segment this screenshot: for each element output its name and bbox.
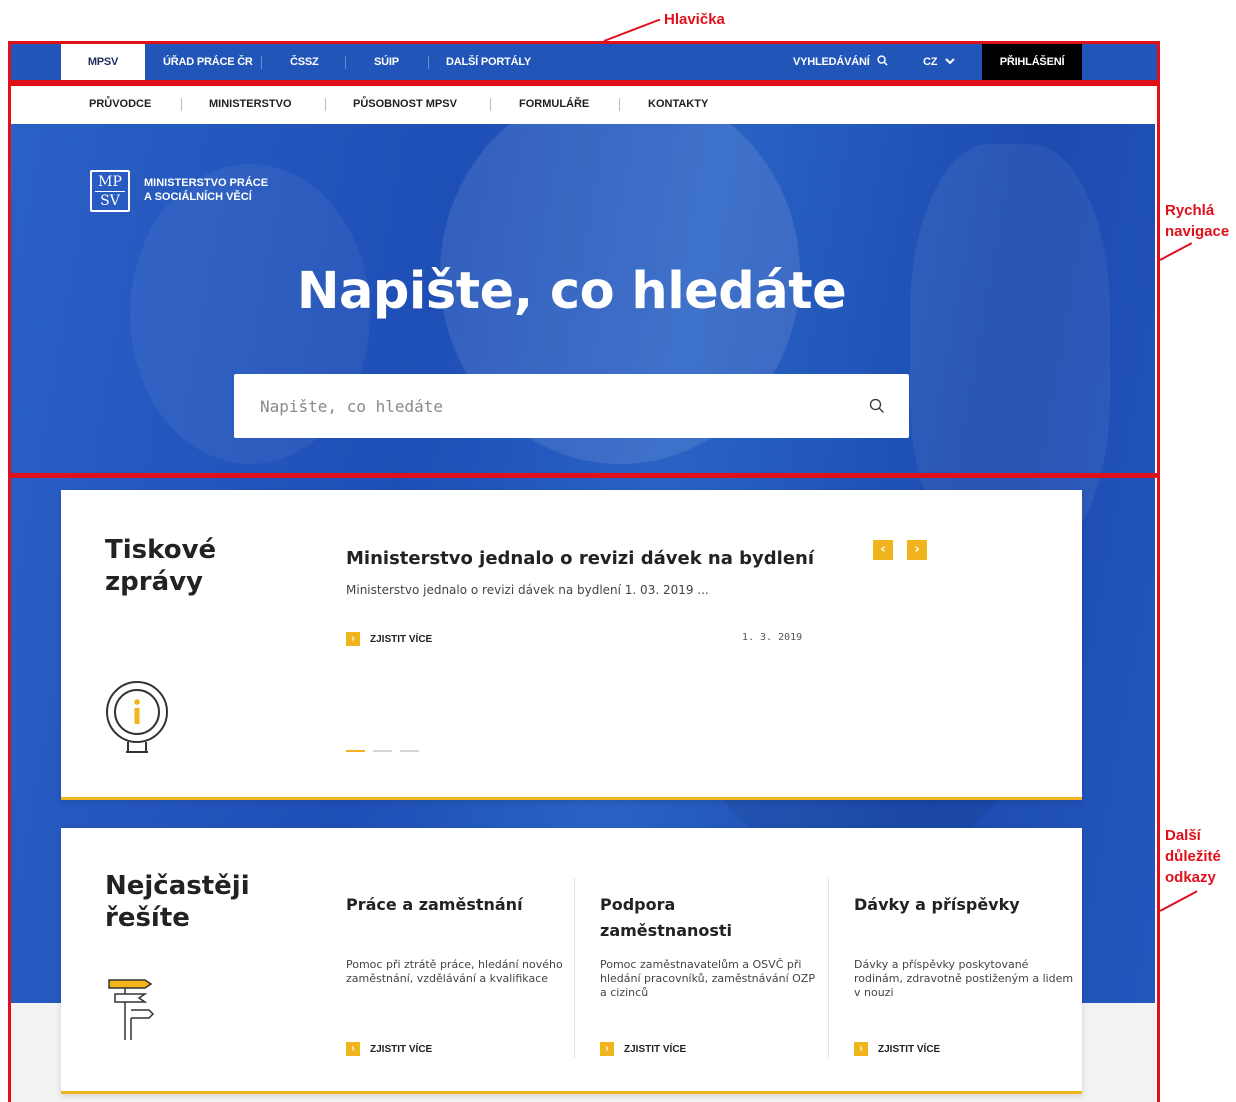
ministry-name-line1: MINISTERSTVO PRÁCE bbox=[144, 177, 269, 189]
annotation-header-label: Hlavička bbox=[664, 11, 725, 28]
search-icon bbox=[876, 55, 888, 66]
portal-bar: MPSV ÚŘAD PRÁCE ČR ČSSZ SÚIP DALŠÍ PORTÁ… bbox=[10, 43, 1158, 81]
portal-tab-cssz[interactable]: ČSSZ bbox=[290, 43, 319, 81]
topic-column-podpora: Podpora zaměstnanosti Pomoc zaměstnavate… bbox=[600, 878, 828, 1056]
nav-item-formulare[interactable]: FORMULÁŘE bbox=[519, 84, 589, 124]
hero-title: Napište, co hledáte bbox=[296, 262, 847, 321]
carousel-dot[interactable] bbox=[373, 750, 392, 752]
topic-more-link[interactable]: › ZJISTIT VÍCE bbox=[600, 1042, 686, 1056]
news-more-label: ZJISTIT VÍCE bbox=[370, 633, 433, 645]
annotation-quick-nav-line2: navigace bbox=[1165, 223, 1230, 240]
annotation-links-line1: Další bbox=[1165, 827, 1201, 844]
annotation-quick-nav-pointer bbox=[1159, 242, 1193, 261]
search-link-label: VYHLEDÁVÁNÍ bbox=[793, 56, 870, 68]
chevron-right-icon: › bbox=[346, 1042, 360, 1056]
annotation-header-pointer bbox=[603, 18, 661, 42]
press-releases-title-line2: zprávy bbox=[105, 567, 204, 597]
frequent-topics-card: Nejčastěji řešíte Práce a zaměstnání Pom… bbox=[61, 828, 1082, 1094]
language-value: CZ bbox=[923, 56, 938, 68]
portal-tab-mpsv[interactable]: MPSV bbox=[61, 43, 145, 81]
topic-title[interactable]: Dávky a příspěvky bbox=[854, 892, 1082, 918]
login-button[interactable]: PŘIHLÁŠENÍ bbox=[982, 43, 1082, 81]
carousel-dot[interactable] bbox=[400, 750, 419, 752]
topic-more-label: ZJISTIT VÍCE bbox=[370, 1043, 433, 1055]
annotation-quick-nav-label: Rychlá navigace bbox=[1165, 200, 1229, 242]
topic-more-link[interactable]: › ZJISTIT VÍCE bbox=[854, 1042, 940, 1056]
chevron-right-icon: › bbox=[854, 1042, 868, 1056]
news-more-link[interactable]: › ZJISTIT VÍCE bbox=[346, 632, 432, 646]
topic-description: Dávky a příspěvky poskytované rodinám, z… bbox=[854, 958, 1074, 999]
carousel-dot[interactable] bbox=[346, 750, 365, 752]
annotation-links-line2: důležité bbox=[1165, 848, 1221, 865]
signpost-icon bbox=[108, 979, 155, 1040]
press-releases-title: Tiskové zprávy bbox=[105, 534, 216, 598]
nav-divider bbox=[490, 98, 491, 111]
chevron-down-icon bbox=[945, 58, 955, 65]
topic-more-link[interactable]: › ZJISTIT VÍCE bbox=[346, 1042, 432, 1056]
topic-column-davky: Dávky a příspěvky Dávky a příspěvky posk… bbox=[854, 878, 1082, 1056]
frequent-topics-title-line1: Nejčastěji bbox=[105, 871, 250, 901]
column-divider bbox=[574, 878, 575, 1058]
press-releases-title-line1: Tiskové bbox=[105, 535, 217, 565]
news-date: 1. 3. 2019 bbox=[742, 632, 803, 643]
topic-title[interactable]: Práce a zaměstnání bbox=[346, 892, 574, 918]
language-select[interactable]: CZ bbox=[923, 43, 955, 81]
annotation-quick-nav-line1: Rychlá bbox=[1165, 202, 1215, 219]
chevron-right-icon: › bbox=[600, 1042, 614, 1056]
portal-divider bbox=[261, 56, 262, 69]
info-icon bbox=[106, 681, 168, 753]
news-excerpt: Ministerstvo jednalo o revizi dávek na b… bbox=[346, 583, 709, 597]
mpsv-logo[interactable]: MP SV bbox=[90, 170, 130, 212]
carousel-indicators bbox=[346, 750, 419, 752]
search-link[interactable]: VYHLEDÁVÁNÍ bbox=[793, 43, 888, 81]
portal-divider bbox=[428, 56, 429, 69]
annotation-links-pointer bbox=[1159, 890, 1198, 912]
portal-tab-suip[interactable]: SÚIP bbox=[374, 43, 399, 81]
carousel-next-button[interactable]: › bbox=[907, 540, 927, 560]
topic-more-label: ZJISTIT VÍCE bbox=[878, 1043, 941, 1055]
hero-search-box bbox=[234, 374, 909, 438]
portal-tab-dalsi-portaly[interactable]: DALŠÍ PORTÁLY bbox=[446, 43, 531, 81]
press-releases-card: Tiskové zprávy Ministerstvo jednalo o re… bbox=[61, 490, 1082, 800]
topic-description: Pomoc při ztrátě práce, hledání nového z… bbox=[346, 958, 563, 985]
topic-column-prace: Práce a zaměstnání Pomoc při ztrátě prác… bbox=[346, 878, 574, 1056]
annotation-links-label: Další důležité odkazy bbox=[1165, 825, 1221, 888]
chevron-right-icon: › bbox=[346, 632, 360, 646]
ministry-name-line2: A SOCIÁLNÍCH VĚCÍ bbox=[144, 191, 252, 203]
nav-divider bbox=[181, 98, 182, 111]
frequent-topics-title: Nejčastěji řešíte bbox=[105, 870, 250, 934]
news-headline[interactable]: Ministerstvo jednalo o revizi dávek na b… bbox=[346, 548, 814, 569]
frequent-topics-title-line2: řešíte bbox=[105, 903, 190, 933]
nav-divider bbox=[619, 98, 620, 111]
logo-text-top: MP bbox=[95, 173, 125, 192]
nav-item-ministerstvo[interactable]: MINISTERSTVO bbox=[209, 84, 292, 124]
topic-more-label: ZJISTIT VÍCE bbox=[624, 1043, 687, 1055]
annotation-links-line3: odkazy bbox=[1165, 869, 1216, 886]
nav-item-pusobnost[interactable]: PŮSOBNOST MPSV bbox=[353, 84, 457, 124]
portal-tab-urad-prace[interactable]: ÚŘAD PRÁCE ČR bbox=[163, 43, 253, 81]
logo-text-bottom: SV bbox=[100, 193, 120, 209]
portal-divider bbox=[345, 56, 346, 69]
nav-divider bbox=[325, 98, 326, 111]
topic-title[interactable]: Podpora zaměstnanosti bbox=[600, 892, 750, 944]
main-navigation: PRŮVODCE MINISTERSTVO PŮSOBNOST MPSV FOR… bbox=[10, 84, 1155, 124]
column-divider bbox=[828, 878, 829, 1058]
search-input[interactable] bbox=[260, 394, 840, 418]
nav-item-pruvodce[interactable]: PRŮVODCE bbox=[89, 84, 151, 124]
nav-item-kontakty[interactable]: KONTAKTY bbox=[648, 84, 708, 124]
carousel-prev-button[interactable]: ‹ bbox=[873, 540, 893, 560]
topic-description: Pomoc zaměstnavatelům a OSVČ při hledání… bbox=[600, 958, 815, 999]
ministry-name: MINISTERSTVO PRÁCE A SOCIÁLNÍCH VĚCÍ bbox=[144, 176, 268, 204]
search-icon[interactable] bbox=[869, 398, 885, 414]
